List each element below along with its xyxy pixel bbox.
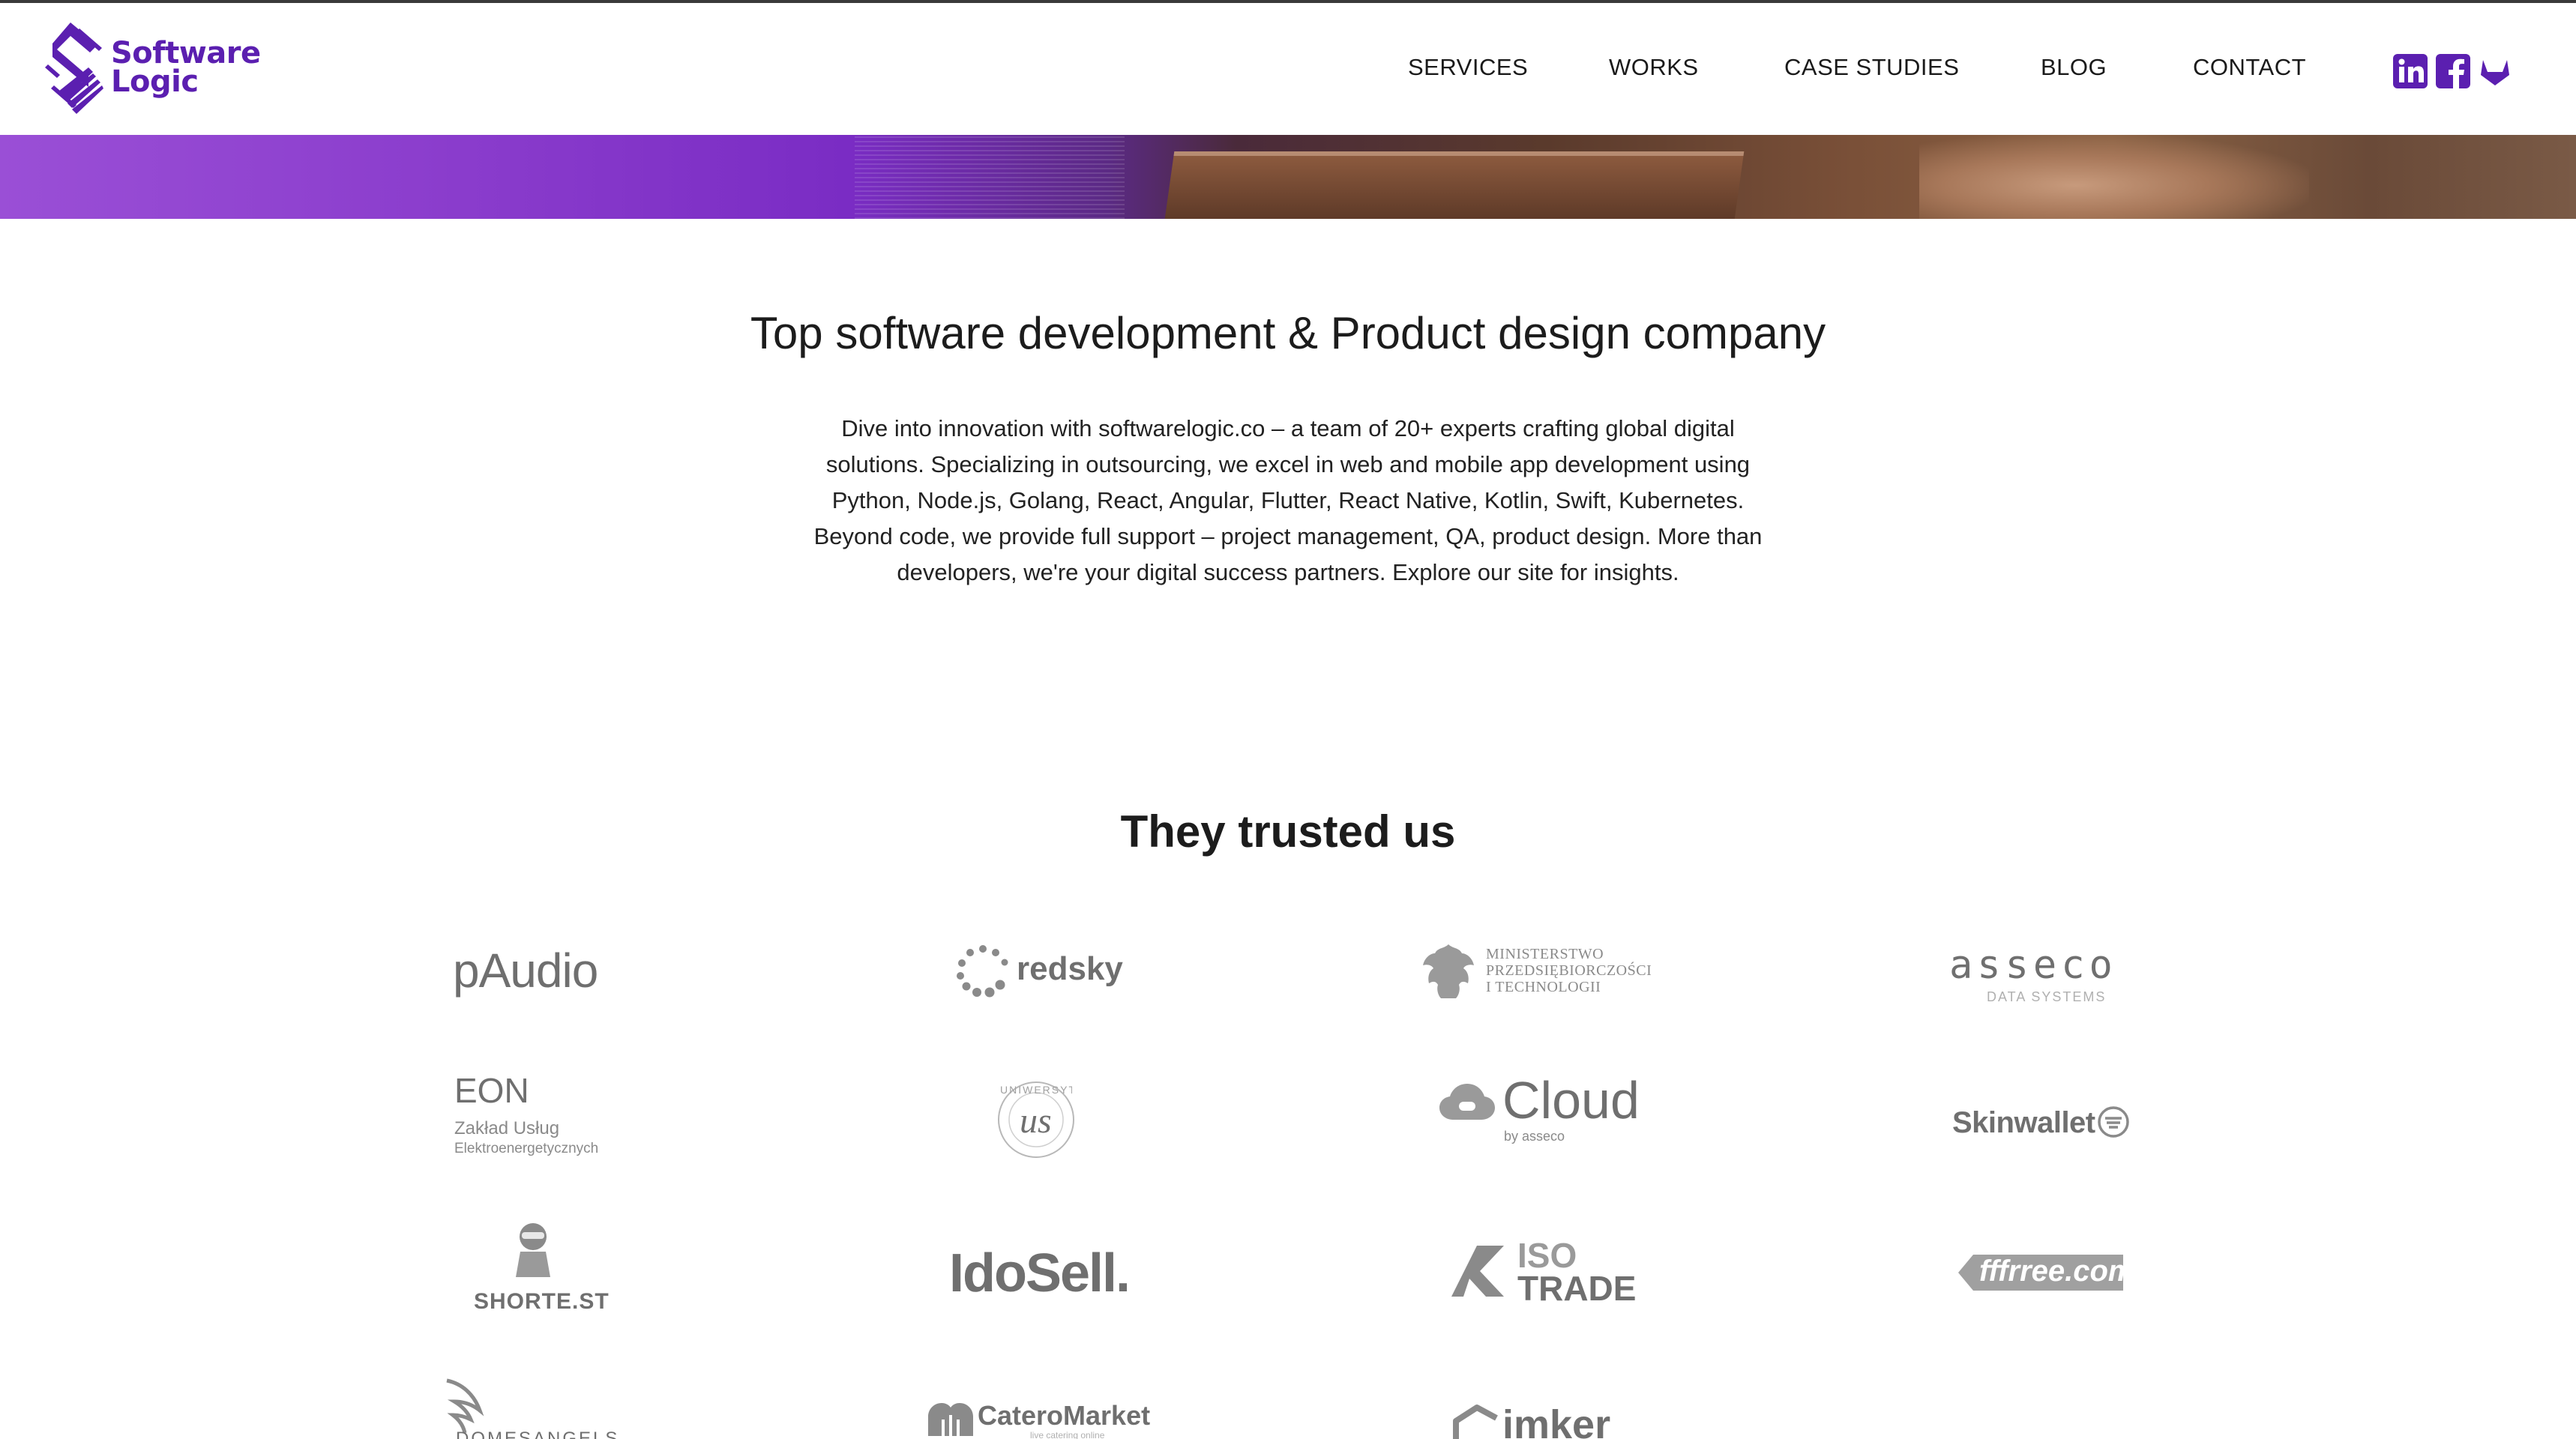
cateromarket-wordmark: CateroMarket [978,1400,1151,1431]
eon-subtitle-2: Elektroenergetycznych [454,1141,599,1156]
clients-section-title: They trusted us [1120,806,1456,857]
cateromarket-subtitle: live catering online [1030,1430,1105,1439]
client-logo-paudio: pAudio [442,929,757,1042]
intro-paragraph: Dive into innovation with softwarelogic.… [813,415,1763,585]
client-logo-idosell: IdoSell. [949,1229,1264,1342]
polish-eagle-emblem-icon [1423,944,1474,998]
asseco-subtitle: DATA SYSTEMS [1987,989,2107,1004]
iso-trade-line-2: TRADE [1517,1269,1637,1308]
hero-banner-image [0,135,2576,219]
client-logo-redsky: redsky [952,929,1267,1042]
hero-stripe-overlay [855,135,1125,219]
redsky-wordmark: redsky [1017,950,1123,987]
hero-photo-hand [1919,135,2309,219]
client-logo-eon: EON Zakład Usług Elektroenergetycznych [442,1064,757,1177]
eon-wordmark: EON [454,1071,529,1110]
gitlab-icon[interactable] [2478,54,2512,88]
page-title: Top software development & Product desig… [750,308,1826,358]
asseco-wordmark: asseco [1949,943,2117,988]
idosell-wordmark: IdoSell. [949,1243,1131,1303]
client-logo-imker: imker [1450,1396,1765,1439]
shortest-wordmark: SHORTE.ST [474,1289,610,1314]
cloud-subtitle: by asseco [1504,1129,1565,1144]
client-logo-cateromarket: CateroMarket live catering online [925,1391,1240,1439]
client-logo-asseco: asseco DATA SYSTEMS [1942,929,2257,1042]
cateromarket-icon [928,1403,973,1436]
client-logo-iso-trade: ISO TRADE [1444,1229,1759,1342]
skinwallet-wordmark: Skinwallet [1952,1106,2095,1139]
social-links [0,54,2576,90]
client-logo-shortest: SHORTE.ST [465,1222,780,1334]
skinwallet-icon [2098,1106,2129,1138]
university-monogram: us [1020,1101,1052,1141]
iso-trade-icon [1451,1246,1504,1297]
client-logo-skinwallet: Skinwallet [1948,1064,2263,1177]
site-header: Software Logic SERVICES WORKS CASE STUDI… [0,3,2576,135]
ministry-line-3: I TECHNOLOGII [1486,979,1601,995]
client-logo-fffrree: fffrree.com [1957,1244,2272,1357]
imker-wordmark: imker [1502,1402,1611,1439]
cloud-wordmark: Cloud [1502,1071,1640,1129]
eon-subtitle-1: Zakład Usług [454,1118,560,1138]
hero-photo-laptop [1164,151,1745,219]
client-logo-domesangels: DOMESANGELS [444,1376,759,1439]
cloud-icon [1439,1084,1495,1120]
ministry-line-1: MINISTERSTWO [1486,946,1604,962]
fffrree-wordmark: fffrree.com [1979,1255,2135,1288]
facebook-icon[interactable] [2436,54,2470,88]
domesangels-wordmark: DOMESANGELS [456,1429,620,1439]
client-logo-univ-szczecin: UNIWERSYTET SZCZECIŃSKI us [975,1064,1289,1177]
client-logo-ministry: MINISTERSTWO PRZEDSIĘBIORCZOŚCI I TECHNO… [1417,929,1732,1042]
paudio-wordmark: pAudio [453,944,598,998]
client-logo-cloud-asseco: Cloud by asseco [1432,1064,1747,1177]
linkedin-icon[interactable] [2393,54,2428,88]
ministry-line-2: PRZEDSIĘBIORCZOŚCI [1486,962,1652,979]
ninja-mascot-icon [516,1223,550,1277]
redsky-icon [957,945,1008,998]
imker-house-icon [1453,1405,1498,1439]
